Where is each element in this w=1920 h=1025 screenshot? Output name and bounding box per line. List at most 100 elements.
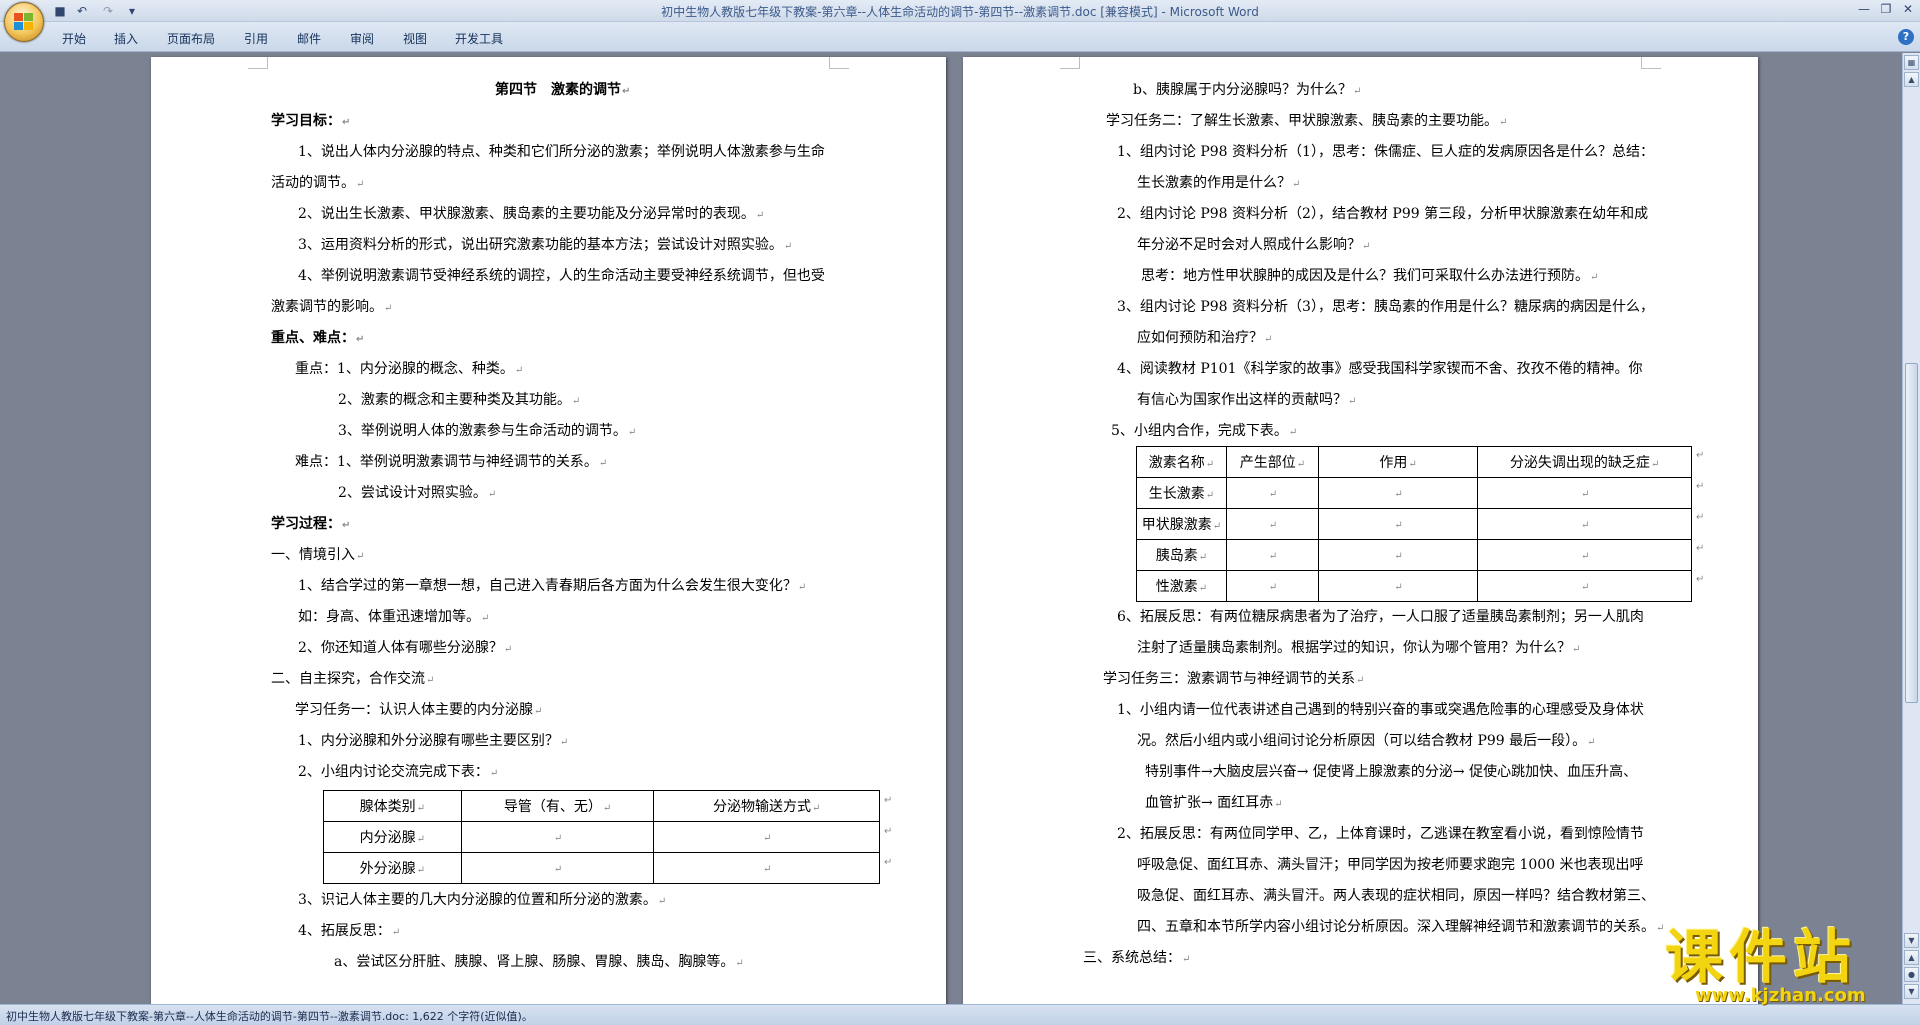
table-cell[interactable]: ↵	[1317, 508, 1479, 540]
table-cell[interactable]: 性激素↵	[1136, 570, 1227, 602]
key-points-heading[interactable]: 重点、难点：↵	[271, 329, 364, 349]
task-3-question-2-line-3[interactable]: 吸急促、面红耳赤、满头冒汗。两人表现的症状相同，原因一样吗？结合教材第三、	[1137, 887, 1655, 905]
next-page-icon[interactable]: ▼	[1904, 984, 1919, 999]
task-2-question-5[interactable]: 5、小组内合作，完成下表。↵	[1111, 422, 1297, 442]
key-point-3[interactable]: 3、举例说明人体的激素参与生命活动的调节。↵	[338, 422, 636, 442]
table-header-cell[interactable]: 作用↵	[1317, 446, 1479, 478]
section-explore[interactable]: 二、自主探究，合作交流↵	[271, 670, 434, 690]
task-2-question-4-line-2[interactable]: 有信心为国家作出这样的贡献吗？↵	[1137, 391, 1356, 411]
table-cell[interactable]: 生长激素↵	[1136, 477, 1227, 509]
goal-3[interactable]: 3、运用资料分析的形式，说出研究激素功能的基本方法；尝试设计对照实验。↵	[298, 236, 792, 256]
task-2-question-1-line-1[interactable]: 1、组内讨论 P98 资料分析（1），思考：侏儒症、巨人症的发病原因各是什么？总…	[1117, 143, 1654, 161]
task-3-question-1-flow-2[interactable]: 血管扩张→ 面红耳赤↵	[1145, 794, 1283, 814]
task-2-heading[interactable]: 学习任务二：了解生长激素、甲状腺激素、胰岛素的主要功能。↵	[1106, 112, 1507, 132]
table-header-cell[interactable]: 激素名称↵	[1136, 446, 1227, 478]
help-icon[interactable]: ?	[1898, 29, 1914, 45]
table-header-cell[interactable]: 腺体类别↵	[323, 790, 462, 822]
table-header-cell[interactable]: 分泌失调出现的缺乏症↵	[1477, 446, 1692, 478]
table-cell[interactable]: ↵	[1317, 570, 1479, 602]
table-cell[interactable]: ↵	[653, 821, 880, 853]
task-2-question-2-line-2[interactable]: 年分泌不足时会对人照成什么影响？↵	[1137, 236, 1370, 256]
section-summary[interactable]: 三、系统总结：↵	[1083, 949, 1190, 969]
task-2-question-3-line-1[interactable]: 3、组内讨论 P98 资料分析（3），思考：胰岛素的作用是什么？糖尿病的病因是什…	[1117, 298, 1654, 316]
restore-icon[interactable]: ❐	[1877, 3, 1895, 17]
scroll-down-icon[interactable]: ▼	[1904, 933, 1919, 948]
browse-object-icon[interactable]: ●	[1904, 967, 1919, 982]
goals-heading[interactable]: 学习目标：↵	[271, 112, 350, 132]
task-1-question-3[interactable]: 3、识记人体主要的几大内分泌腺的位置和所分泌的激素。↵	[298, 891, 666, 911]
table-cell[interactable]: 胰岛素↵	[1136, 539, 1227, 571]
table-cell[interactable]: ↵	[1317, 477, 1479, 509]
close-icon[interactable]: ✕	[1899, 3, 1917, 17]
task-2-question-1-line-2[interactable]: 生长激素的作用是什么？↵	[1137, 174, 1300, 194]
table-header-cell[interactable]: 导管（有、无）↵	[460, 790, 655, 822]
table-header-cell[interactable]: 分泌物输送方式↵	[653, 790, 880, 822]
table-header-cell[interactable]: 产生部位↵	[1225, 446, 1319, 478]
task-3-question-2-line-2[interactable]: 呼吸急促、面红耳赤、满头冒汗；甲同学因为按老师要求跑完 1000 米也表现出呼	[1137, 856, 1644, 874]
tab-review[interactable]: 审阅	[350, 30, 374, 47]
task-1-heading[interactable]: 学习任务一：认识人体主要的内分泌腺↵	[295, 701, 542, 721]
table-cell[interactable]: ↵	[1477, 570, 1692, 602]
table-cell[interactable]: ↵	[1225, 508, 1319, 540]
table-cell[interactable]: ↵	[1225, 570, 1319, 602]
task-3-question-1-line-1[interactable]: 1、小组内请一位代表讲述自己遇到的特别兴奋的事或突遇危险事的心理感受及身体状	[1117, 701, 1644, 719]
task-1-question-1[interactable]: 1、内分泌腺和外分泌腺有哪些主要区别？↵	[298, 732, 568, 752]
task-1-question-2[interactable]: 2、小组内讨论交流完成下表：↵	[298, 763, 498, 783]
table-cell[interactable]: ↵	[1225, 477, 1319, 509]
task-1-question-4a[interactable]: a、尝试区分肝脏、胰腺、肾上腺、肠腺、胃腺、胰岛、胸腺等。↵	[334, 953, 744, 973]
table-cell[interactable]: 外分泌腺↵	[323, 852, 462, 884]
task-3-question-2-line-1[interactable]: 2、拓展反思：有两位同学甲、乙，上体育课时，乙逃课在教室看小说，看到惊险情节	[1117, 825, 1644, 843]
task-2-question-4-line-1[interactable]: 4、阅读教材 P101《科学家的故事》感受我国科学家锲而不舍、孜孜不倦的精神。你	[1117, 360, 1643, 378]
intro-question-1[interactable]: 1、结合学过的第一章想一想，自己进入青春期后各方面为什么会发生很大变化？↵	[298, 577, 806, 597]
task-2-question-3-line-2[interactable]: 应如何预防和治疗？↵	[1137, 329, 1272, 349]
tab-developer[interactable]: 开发工具	[455, 30, 503, 47]
task-3-question-1-flow-1[interactable]: 特别事件→大脑皮层兴奋→ 促使肾上腺激素的分泌→ 促使心跳加快、血压升高、	[1145, 763, 1637, 781]
task-1-question-4b[interactable]: b、胰腺属于内分泌腺吗？为什么？↵	[1133, 81, 1361, 101]
key-point-2[interactable]: 2、激素的概念和主要种类及其功能。↵	[338, 391, 580, 411]
office-button[interactable]	[4, 2, 44, 42]
task-3-heading[interactable]: 学习任务三：激素调节与神经调节的关系↵	[1103, 670, 1364, 690]
table-cell[interactable]: ↵	[460, 852, 655, 884]
goal-1-line-1[interactable]: 1、说出人体内分泌腺的特点、种类和它们所分泌的激素；举例说明人体激素参与生命	[298, 143, 825, 161]
tab-page-layout[interactable]: 页面布局	[167, 30, 215, 47]
hormone-table[interactable]: 激素名称↵ 产生部位↵ 作用↵ 分泌失调出现的缺乏症↵ 生长激素↵ ↵ ↵ ↵ …	[1136, 446, 1692, 602]
table-cell[interactable]: ↵	[653, 852, 880, 884]
scroll-up-icon[interactable]: ▲	[1904, 72, 1919, 87]
task-1-question-4[interactable]: 4、拓展反思：↵	[298, 922, 400, 942]
tab-insert[interactable]: 插入	[114, 30, 138, 47]
goal-1-line-2[interactable]: 活动的调节。↵	[271, 174, 364, 194]
intro-example[interactable]: 如：身高、体重迅速增加等。↵	[298, 608, 489, 628]
section-intro[interactable]: 一、情境引入↵	[271, 546, 364, 566]
tab-references[interactable]: 引用	[244, 30, 268, 47]
key-point-1[interactable]: 重点：1、内分泌腺的概念、种类。↵	[295, 360, 523, 380]
vertical-scrollbar[interactable]: ▦ ▲ ▼ ▲ ● ▼	[1902, 53, 1920, 1004]
table-cell[interactable]: ↵	[1477, 539, 1692, 571]
goal-2[interactable]: 2、说出生长激素、甲状腺激素、胰岛素的主要功能及分泌异常时的表现。↵	[298, 205, 764, 225]
table-cell[interactable]: 内分泌腺↵	[323, 821, 462, 853]
tab-mailings[interactable]: 邮件	[297, 30, 321, 47]
previous-page-icon[interactable]: ▲	[1904, 950, 1919, 965]
table-cell[interactable]: ↵	[1225, 539, 1319, 571]
task-3-question-1-line-2[interactable]: 况。然后小组内或小组间讨论分析原因（可以结合教材 P99 最后一段）。↵	[1137, 732, 1596, 752]
task-2-question-2-line-3[interactable]: 思考：地方性甲状腺肿的成因及是什么？我们可采取什么办法进行预防。↵	[1141, 267, 1598, 287]
task-2-question-6-line-1[interactable]: 6、拓展反思：有两位糖尿病患者为了治疗，一人口服了适量胰岛素制剂；另一人肌肉	[1117, 608, 1644, 626]
ruler-toggle-icon[interactable]: ▦	[1904, 55, 1919, 70]
difficulty-1[interactable]: 难点：1、举例说明激素调节与神经调节的关系。↵	[295, 453, 607, 473]
task-2-question-6-line-2[interactable]: 注射了适量胰岛素制剂。根据学过的知识，你认为哪个管用？为什么？↵	[1137, 639, 1580, 659]
intro-question-2[interactable]: 2、你还知道人体有哪些分泌腺？↵	[298, 639, 512, 659]
process-heading[interactable]: 学习过程：↵	[271, 515, 350, 535]
table-cell[interactable]: ↵	[1477, 508, 1692, 540]
table-cell[interactable]: ↵	[460, 821, 655, 853]
table-cell[interactable]: 甲状腺激素↵	[1136, 508, 1227, 540]
tab-home[interactable]: 开始	[62, 30, 86, 47]
scrollbar-thumb[interactable]	[1905, 363, 1918, 703]
difficulty-2[interactable]: 2、尝试设计对照实验。↵	[338, 484, 496, 504]
minimize-icon[interactable]: —	[1855, 3, 1873, 17]
section-title[interactable]: 第四节 激素的调节↵	[495, 81, 630, 101]
table-cell[interactable]: ↵	[1477, 477, 1692, 509]
goal-4-line-2[interactable]: 激素调节的影响。↵	[271, 298, 392, 318]
gland-comparison-table[interactable]: 腺体类别↵ 导管（有、无）↵ 分泌物输送方式↵ 内分泌腺↵ ↵ ↵ 外分泌腺↵ …	[323, 790, 880, 884]
task-2-question-2-line-1[interactable]: 2、组内讨论 P98 资料分析（2），结合教材 P99 第三段，分析甲状腺激素在…	[1117, 205, 1648, 223]
goal-4-line-1[interactable]: 4、举例说明激素调节受神经系统的调控，人的生命活动主要受神经系统调节，但也受	[298, 267, 825, 285]
task-3-question-2-line-4[interactable]: 四、五章和本节所学内容小组讨论分析原因。深入理解神经调节和激素调节的关系。↵	[1137, 918, 1664, 938]
